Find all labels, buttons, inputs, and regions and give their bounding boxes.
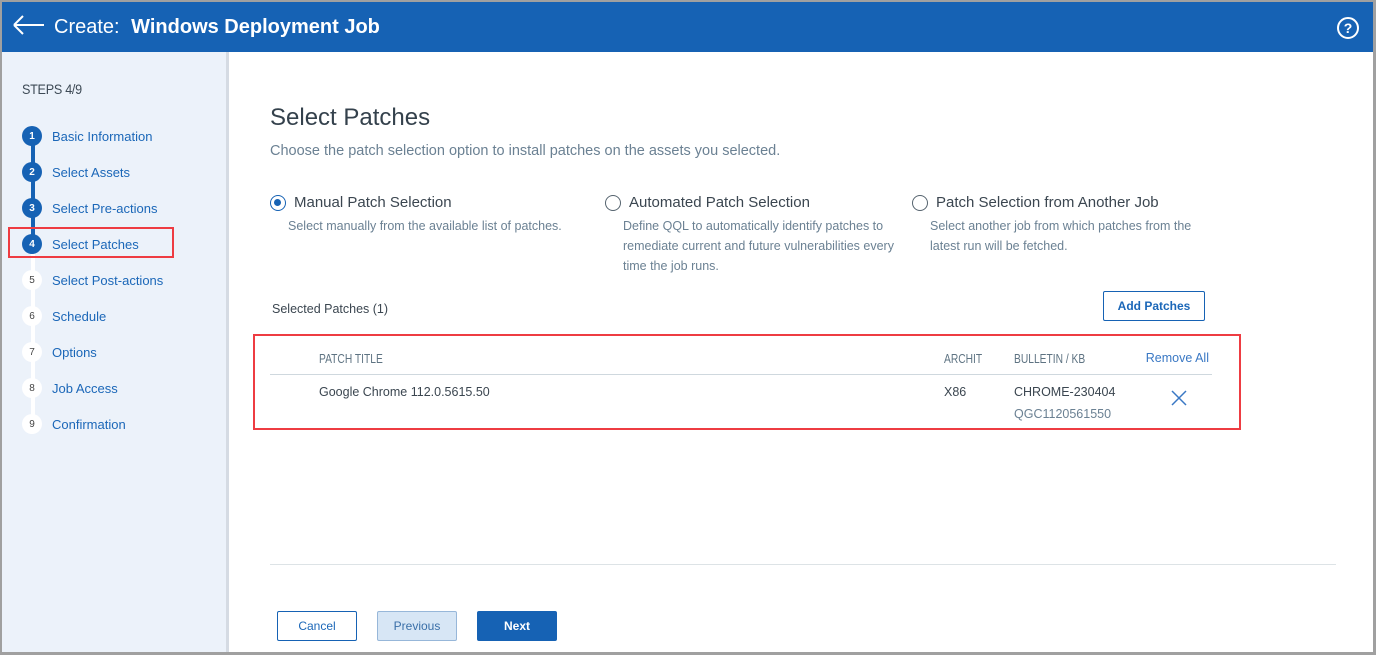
radio-manual-patch-selection[interactable]: Manual Patch Selection Select manually f… <box>270 194 590 236</box>
selected-patches-count: Selected Patches (1) <box>272 302 389 316</box>
radio-button[interactable] <box>912 194 928 211</box>
page-header-title: Create: Windows Deployment Job <box>54 16 380 39</box>
step-basic-information[interactable]: 1 Basic Information <box>22 124 152 148</box>
back-button[interactable] <box>12 13 46 37</box>
step-confirmation[interactable]: 9 Confirmation <box>22 412 126 436</box>
step-options[interactable]: 7 Options <box>22 340 97 364</box>
footer-divider <box>270 564 1336 565</box>
app-window: Create: Windows Deployment Job ? STEPS 4… <box>2 2 1373 652</box>
radio-description: Select another job from which patches fr… <box>930 219 1192 253</box>
step-select-patches[interactable]: 4 Select Patches <box>22 232 139 256</box>
cancel-button[interactable]: Cancel <box>277 611 357 641</box>
steps-sidebar: STEPS 4/9 1 Basic Information 2 Select A… <box>2 52 229 652</box>
remove-all-link[interactable]: Remove All <box>1146 351 1209 365</box>
previous-button[interactable]: Previous <box>377 611 457 641</box>
timeline-progress-line <box>31 136 35 244</box>
radio-description: Define QQL to automatically identify pat… <box>623 219 894 273</box>
step-number-badge: 9 <box>22 414 42 434</box>
add-patches-button[interactable]: Add Patches <box>1103 291 1205 321</box>
step-number-badge: 6 <box>22 306 42 326</box>
step-select-assets[interactable]: 2 Select Assets <box>22 160 130 184</box>
close-x-icon <box>1171 390 1187 406</box>
step-label: Confirmation <box>52 416 126 432</box>
help-circle-icon: ? <box>1343 20 1353 36</box>
step-label: Options <box>52 344 97 360</box>
column-header-patch-title[interactable]: PATCH TITLE <box>319 352 383 366</box>
selected-patches-table: PATCH TITLE ARCHIT BULLETIN / KB Remove … <box>270 342 1212 427</box>
step-label: Basic Information <box>52 128 153 144</box>
architecture-cell: X86 <box>944 385 967 399</box>
bulletin-cell: CHROME-230404 <box>1014 385 1116 399</box>
table-header: PATCH TITLE ARCHIT BULLETIN / KB Remove … <box>270 342 1212 375</box>
step-label: Select Patches <box>52 236 139 252</box>
step-number-badge: 2 <box>22 162 42 182</box>
help-button[interactable]: ? <box>1337 17 1359 39</box>
page-subtitle: Choose the patch selection option to ins… <box>270 143 781 159</box>
next-button[interactable]: Next <box>477 611 557 641</box>
step-select-pre-actions[interactable]: 3 Select Pre-actions <box>22 196 158 220</box>
job-title: Windows Deployment Job <box>131 16 380 38</box>
remove-patch-button[interactable] <box>1169 388 1189 408</box>
steps-heading: STEPS 4/9 <box>22 81 82 97</box>
header-bar: Create: Windows Deployment Job ? <box>2 2 1373 52</box>
step-label: Select Pre-actions <box>52 200 158 216</box>
step-number-badge: 7 <box>22 342 42 362</box>
radio-button[interactable] <box>605 194 621 211</box>
radio-patch-selection-another-job[interactable]: Patch Selection from Another Job Select … <box>912 194 1212 256</box>
radio-description: Select manually from the available list … <box>288 219 562 233</box>
step-schedule[interactable]: 6 Schedule <box>22 304 106 328</box>
step-label: Select Assets <box>52 164 131 180</box>
kb-cell: QGC1120561550 <box>1014 407 1112 421</box>
step-label: Job Access <box>52 380 118 396</box>
radio-label: Manual Patch Selection <box>294 194 452 211</box>
radio-automated-patch-selection[interactable]: Automated Patch Selection Define QQL to … <box>605 194 905 276</box>
title-prefix: Create: <box>54 16 120 38</box>
column-header-bulletin-kb[interactable]: BULLETIN / KB <box>1014 352 1085 366</box>
radio-label: Patch Selection from Another Job <box>936 194 1159 211</box>
step-number-badge: 5 <box>22 270 42 290</box>
table-row: Google Chrome 112.0.5615.50 X86 CHROME-2… <box>270 375 1212 427</box>
patch-title-cell: Google Chrome 112.0.5615.50 <box>319 385 490 399</box>
main-content: Select Patches Choose the patch selectio… <box>232 52 1373 652</box>
page-title: Select Patches <box>270 104 431 131</box>
radio-label: Automated Patch Selection <box>629 194 810 211</box>
step-number-badge: 1 <box>22 126 42 146</box>
step-select-post-actions[interactable]: 5 Select Post-actions <box>22 268 163 292</box>
step-number-badge: 4 <box>22 234 42 254</box>
radio-button-checked[interactable] <box>270 194 286 211</box>
column-header-architecture[interactable]: ARCHIT <box>944 352 982 366</box>
arrow-left-icon <box>13 15 44 35</box>
step-number-badge: 3 <box>22 198 42 218</box>
step-label: Schedule <box>52 308 107 324</box>
step-label: Select Post-actions <box>52 272 164 288</box>
step-number-badge: 8 <box>22 378 42 398</box>
step-job-access[interactable]: 8 Job Access <box>22 376 118 400</box>
